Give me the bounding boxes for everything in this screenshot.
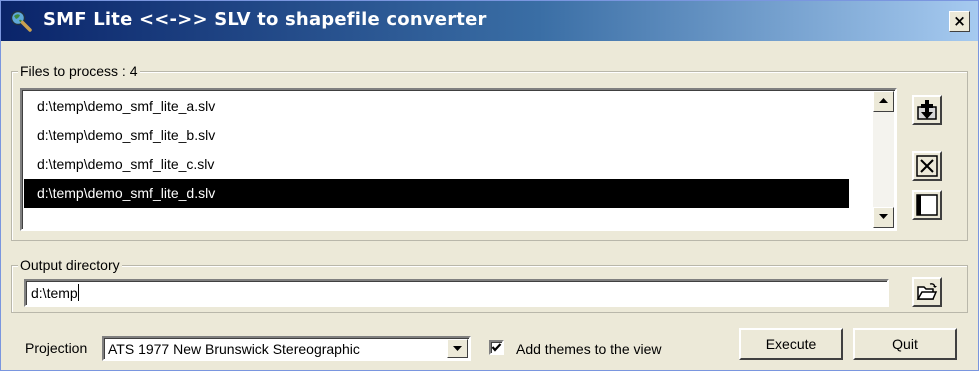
- remove-file-icon: [916, 155, 938, 177]
- title-bar[interactable]: SMF Lite <<->> SLV to shapefile converte…: [1, 1, 978, 41]
- open-folder-icon: [916, 283, 938, 300]
- output-directory-value: d:\temp: [31, 285, 78, 301]
- chevron-down-icon: [453, 346, 462, 351]
- window-title: SMF Lite <<->> SLV to shapefile converte…: [43, 9, 487, 30]
- output-group-label: Output directory: [18, 257, 122, 273]
- scroll-down-button[interactable]: [873, 207, 894, 228]
- clear-list-icon: [916, 194, 938, 216]
- list-item-label: d:\temp\demo_smf_lite_c.slv: [37, 156, 215, 172]
- checkmark-icon: [491, 343, 502, 352]
- file-list[interactable]: d:\temp\demo_smf_lite_a.slv d:\temp\demo…: [20, 88, 897, 231]
- add-themes-checkbox[interactable]: [489, 340, 504, 355]
- scroll-up-button[interactable]: [873, 91, 894, 112]
- files-group-label: Files to process : 4: [18, 63, 140, 79]
- projection-select[interactable]: ATS 1977 New Brunswick Stereographic: [102, 336, 471, 361]
- list-scrollbar[interactable]: [873, 91, 894, 228]
- list-item-label: d:\temp\demo_smf_lite_d.slv: [37, 185, 216, 201]
- text-caret: [77, 284, 79, 301]
- execute-button[interactable]: Execute: [739, 328, 843, 360]
- projection-value: ATS 1977 New Brunswick Stereographic: [108, 341, 360, 357]
- list-item-selected[interactable]: d:\temp\demo_smf_lite_d.slv: [24, 179, 849, 208]
- browse-folder-button[interactable]: [912, 277, 942, 307]
- projection-label: Projection: [25, 340, 88, 356]
- list-item[interactable]: d:\temp\demo_smf_lite_c.slv: [24, 150, 849, 179]
- projection-dropdown-button[interactable]: [447, 339, 468, 358]
- close-icon: ×: [953, 12, 966, 30]
- list-item-label: d:\temp\demo_smf_lite_a.slv: [37, 98, 216, 114]
- list-item[interactable]: d:\temp\demo_smf_lite_b.slv: [24, 121, 849, 150]
- converter-window: SMF Lite <<->> SLV to shapefile converte…: [0, 0, 979, 371]
- add-themes-label: Add themes to the view: [516, 341, 662, 357]
- list-item[interactable]: d:\temp\demo_smf_lite_a.slv: [24, 92, 849, 121]
- arrow-down-icon: [879, 214, 888, 219]
- add-file-button[interactable]: [912, 95, 942, 125]
- magnifier-globe-icon: [10, 10, 32, 32]
- arrow-up-icon: [879, 98, 888, 103]
- remove-file-button[interactable]: [912, 151, 942, 181]
- add-file-icon: [917, 100, 937, 120]
- list-item-label: d:\temp\demo_smf_lite_b.slv: [37, 127, 216, 143]
- clear-list-button[interactable]: [912, 190, 942, 220]
- quit-button[interactable]: Quit: [853, 328, 957, 360]
- output-directory-field[interactable]: d:\temp: [24, 279, 889, 307]
- close-button[interactable]: ×: [949, 11, 970, 32]
